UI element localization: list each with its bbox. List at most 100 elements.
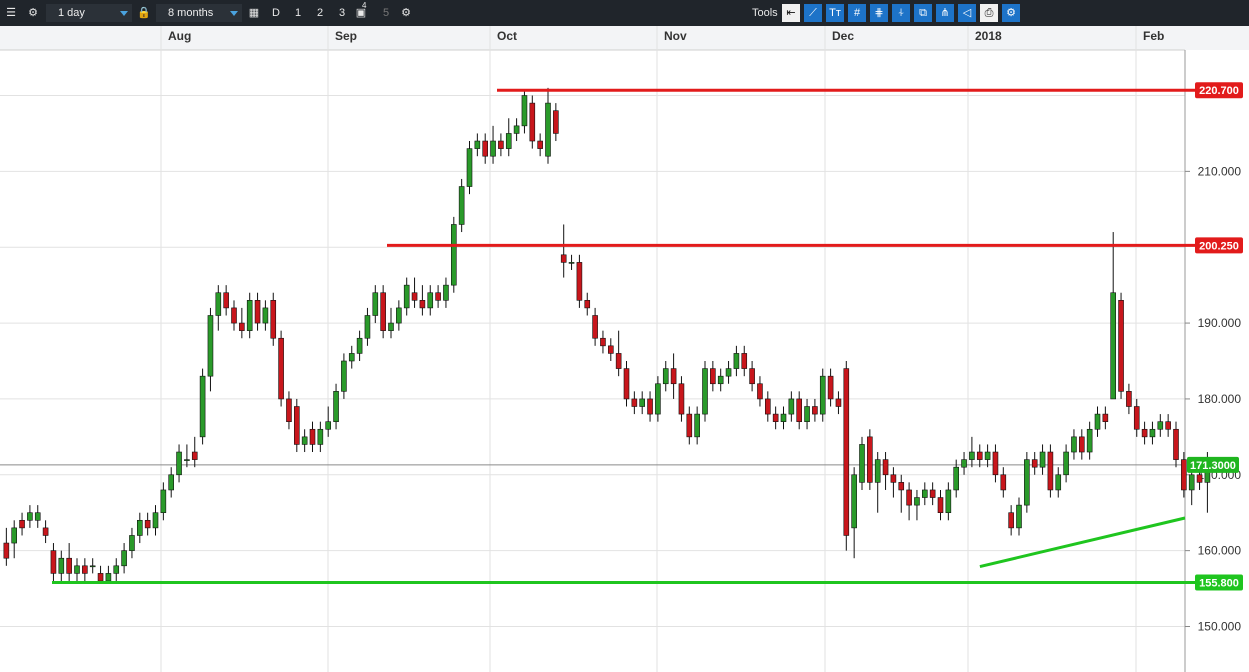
candle-body (286, 398, 292, 422)
candle-body (835, 398, 842, 407)
up-candle (1024, 452, 1030, 513)
down-candle (270, 292, 277, 346)
chart-background (0, 26, 1249, 672)
candle-body (309, 428, 316, 445)
candle-body (207, 315, 214, 377)
candle-body (804, 406, 810, 422)
candle-body (929, 489, 936, 498)
price-chart[interactable]: Aug Sep Oct Nov Dec 2018 Feb 150.000160.000170… (0, 26, 1249, 672)
candle-body (270, 300, 277, 339)
trendline-icon[interactable]: ⟋ (804, 4, 822, 22)
gear-icon[interactable]: ⚙ (397, 4, 415, 22)
channel-icon[interactable]: ⧉ (914, 4, 932, 22)
settings-icon[interactable]: ⚙ (24, 4, 42, 22)
interval-value: 1 day (58, 7, 85, 19)
candle-body (576, 262, 583, 301)
price-tag-label: 155.800 (1199, 577, 1239, 589)
candle-body (482, 140, 489, 157)
candle-body (796, 398, 803, 422)
candle-body (749, 368, 755, 385)
candle-body (717, 375, 724, 385)
candle-body (356, 337, 363, 354)
candle-body (882, 459, 889, 476)
candle-body (293, 406, 300, 445)
up-candle (859, 436, 865, 490)
drawing-settings-icon[interactable]: ⚙ (1002, 4, 1020, 22)
candle-body (1133, 406, 1140, 430)
calendar-icon[interactable]: ▦ (245, 4, 263, 22)
candle-body (66, 557, 72, 574)
candle-body (105, 573, 112, 582)
lock-icon[interactable]: 🔒 (135, 4, 153, 22)
chevron-down-icon (120, 11, 128, 16)
candle-body (1079, 436, 1085, 453)
candle-body (827, 375, 834, 400)
y-tick-label: 160.000 (1198, 544, 1242, 558)
candle-body (969, 451, 975, 460)
candle-body (819, 375, 826, 415)
menu-icon[interactable]: ☰ (2, 4, 20, 22)
up-candle (458, 178, 465, 233)
timeframe-5[interactable]: 5 (377, 4, 395, 22)
candle-body (317, 428, 324, 445)
fibonacci-icon[interactable]: ⋕ (870, 4, 888, 22)
down-candle (843, 361, 850, 551)
candle-body (780, 413, 787, 422)
candle-body (788, 398, 795, 415)
timeframe-4[interactable]: 4 (362, 2, 366, 20)
back-arrow-icon[interactable]: ⇤ (782, 4, 800, 22)
interval-dropdown[interactable]: 1 day (46, 4, 132, 22)
candle-body (898, 482, 905, 491)
up-candle (702, 361, 708, 422)
candle-body (97, 573, 104, 582)
candle-body (427, 292, 434, 309)
bar-type-icon[interactable]: ▣ (352, 4, 370, 22)
candle-body (757, 383, 763, 400)
candle-body (639, 398, 646, 407)
candle-body (1141, 428, 1148, 438)
candle-body (1165, 421, 1171, 430)
candle-body (474, 140, 481, 149)
tools-label: Tools (752, 7, 778, 19)
candle-body (1047, 451, 1054, 491)
timeframe-3[interactable]: 3 (333, 4, 351, 22)
x-tick-label: Aug (168, 29, 191, 43)
candle-body (662, 368, 669, 385)
timeframe-1[interactable]: 1 (289, 4, 307, 22)
up-candle (466, 141, 473, 195)
candle-body (560, 254, 567, 263)
candle-body (686, 413, 693, 438)
text-tool-icon[interactable]: Tт (826, 4, 844, 22)
up-candle (199, 368, 206, 445)
y-tick-label: 180.000 (1198, 392, 1242, 406)
timeframe-2[interactable]: 2 (311, 4, 329, 22)
label-icon[interactable]: ◁ (958, 4, 976, 22)
candle-body (254, 300, 261, 324)
pitchfork-icon[interactable]: ⋔ (936, 4, 954, 22)
candle-body (341, 360, 347, 392)
candle-body (670, 368, 677, 385)
candle-body (466, 148, 473, 187)
candle-icon[interactable]: ⍭ (892, 4, 910, 22)
down-candle (380, 285, 386, 339)
candle-body (121, 550, 127, 567)
candle-body (1157, 421, 1164, 430)
grid-icon[interactable]: # (848, 4, 866, 22)
candle-body (176, 451, 182, 476)
candle-body (74, 565, 80, 574)
candle-body (137, 519, 143, 536)
timeframe-d[interactable]: D (267, 4, 285, 22)
candle-body (3, 542, 10, 559)
candle-body (348, 353, 355, 362)
candle-body (1031, 459, 1038, 468)
candle-body (372, 292, 379, 316)
candle-body (843, 368, 850, 536)
candle-body (906, 489, 912, 506)
candle-body (419, 300, 426, 309)
candle-body (223, 292, 229, 309)
candle-body (937, 497, 944, 514)
print-icon[interactable]: ⎙ (980, 4, 998, 22)
period-dropdown[interactable]: 8 months (156, 4, 242, 22)
candle-body (537, 140, 543, 149)
x-tick-label: Sep (335, 29, 357, 43)
